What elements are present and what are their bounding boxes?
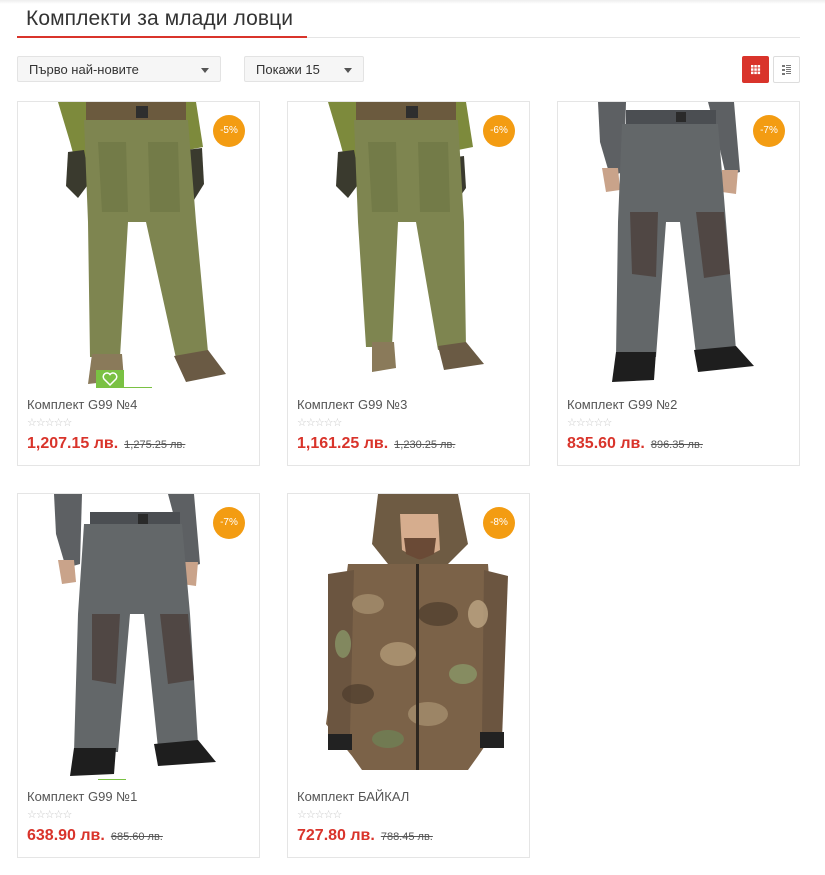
product-name[interactable]: Комплект БАЙКАЛ (297, 789, 409, 804)
list-icon (782, 65, 791, 75)
product-name[interactable]: Комплект G99 №3 (297, 397, 407, 412)
chevron-down-icon (344, 68, 352, 73)
grid-icon (751, 65, 761, 75)
discount-badge: -6% (483, 115, 515, 147)
discount-badge: -8% (483, 507, 515, 539)
wishlist-underline (124, 387, 152, 388)
product-card[interactable]: -7% Комплект G99 №2 ☆☆☆☆☆ 835.60 лв. 896.… (557, 101, 800, 466)
current-price: 835.60 лв. (567, 435, 645, 452)
wishlist-button[interactable] (96, 370, 124, 388)
title-underline (17, 36, 307, 38)
discount-badge: -7% (213, 507, 245, 539)
product-price: 1,161.25 лв. 1,230.25 лв. (297, 435, 455, 453)
product-card[interactable]: -6% Комплект G99 №3 ☆☆☆☆☆ 1,161.25 лв. 1,… (287, 101, 530, 466)
product-image[interactable]: -7% (558, 102, 799, 388)
rating-stars: ☆☆☆☆☆ (27, 809, 72, 821)
current-price: 1,207.15 лв. (27, 435, 119, 452)
current-price: 638.90 лв. (27, 827, 105, 844)
sort-select-label: Първо най-новите (29, 62, 139, 77)
old-price: 1,275.25 лв. (124, 439, 186, 451)
page-title: Комплекти за млади ловци (26, 7, 294, 30)
product-image[interactable]: -5% (18, 102, 259, 388)
rating-stars: ☆☆☆☆☆ (567, 417, 612, 429)
grid-view-button[interactable] (742, 56, 769, 83)
product-price: 1,207.15 лв. 1,275.25 лв. (27, 435, 185, 453)
category-header: Комплекти за млади ловци (17, 0, 800, 38)
old-price: 788.45 лв. (380, 831, 433, 843)
product-name[interactable]: Комплект G99 №4 (27, 397, 137, 412)
wishlist-underline (98, 779, 126, 780)
heart-icon (102, 372, 118, 386)
product-name[interactable]: Комплект G99 №1 (27, 789, 137, 804)
old-price: 685.60 лв. (110, 831, 163, 843)
product-card[interactable]: -7% Комплект G99 №1 ☆☆☆☆☆ 638.90 лв. 685.… (17, 493, 260, 858)
discount-badge: -5% (213, 115, 245, 147)
product-card[interactable]: -5% Комплект G99 №4 ☆☆☆☆☆ 1,207.15 лв. 1,… (17, 101, 260, 466)
list-view-button[interactable] (773, 56, 800, 83)
limit-select[interactable]: Покажи 15 (244, 56, 364, 82)
rating-stars: ☆☆☆☆☆ (27, 417, 72, 429)
product-name[interactable]: Комплект G99 №2 (567, 397, 677, 412)
product-card[interactable]: -8% Комплект БАЙКАЛ ☆☆☆☆☆ 727.80 лв. 788.… (287, 493, 530, 858)
product-image[interactable]: -6% (288, 102, 529, 388)
product-price: 727.80 лв. 788.45 лв. (297, 827, 433, 845)
product-price: 638.90 лв. 685.60 лв. (27, 827, 163, 845)
product-price: 835.60 лв. 896.35 лв. (567, 435, 703, 453)
limit-select-label: Покажи 15 (256, 62, 320, 77)
sort-select[interactable]: Първо най-новите (17, 56, 221, 82)
chevron-down-icon (201, 68, 209, 73)
old-price: 1,230.25 лв. (394, 439, 456, 451)
rating-stars: ☆☆☆☆☆ (297, 417, 342, 429)
current-price: 727.80 лв. (297, 827, 375, 844)
old-price: 896.35 лв. (650, 439, 703, 451)
discount-badge: -7% (753, 115, 785, 147)
current-price: 1,161.25 лв. (297, 435, 389, 452)
product-image[interactable]: -8% (288, 494, 529, 780)
product-image[interactable]: -7% (18, 494, 259, 780)
rating-stars: ☆☆☆☆☆ (297, 809, 342, 821)
